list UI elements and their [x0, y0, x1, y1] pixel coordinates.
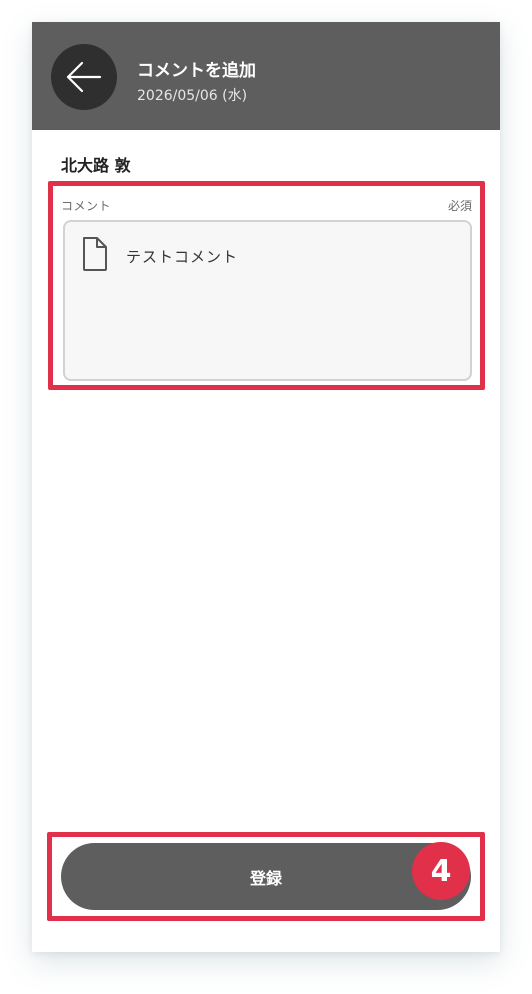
user-name: 北大路 敦	[61, 156, 131, 175]
header-bar: コメントを追加 2026/05/06 (水)	[32, 22, 500, 130]
arrow-left-icon	[66, 61, 102, 93]
comment-field-label: コメント	[61, 199, 112, 213]
submit-label: 登録	[249, 868, 282, 888]
document-icon	[83, 237, 107, 271]
submit-button[interactable]: 登録	[61, 843, 471, 910]
submit-highlight: 登録 4	[47, 832, 485, 921]
required-label: 必須	[447, 199, 472, 213]
step-badge: 4	[412, 842, 470, 900]
comment-value: テストコメント	[126, 248, 239, 266]
app-screen: コメントを追加 2026/05/06 (水) 北大路 敦 コメント 必須 テスト…	[32, 22, 500, 952]
comment-field-highlight: コメント 必須 テストコメント	[48, 181, 485, 390]
page-title: コメントを追加	[137, 61, 256, 81]
page-date: 2026/05/06 (水)	[137, 88, 248, 104]
comment-textarea[interactable]: テストコメント	[63, 220, 472, 381]
back-button[interactable]	[51, 44, 117, 110]
